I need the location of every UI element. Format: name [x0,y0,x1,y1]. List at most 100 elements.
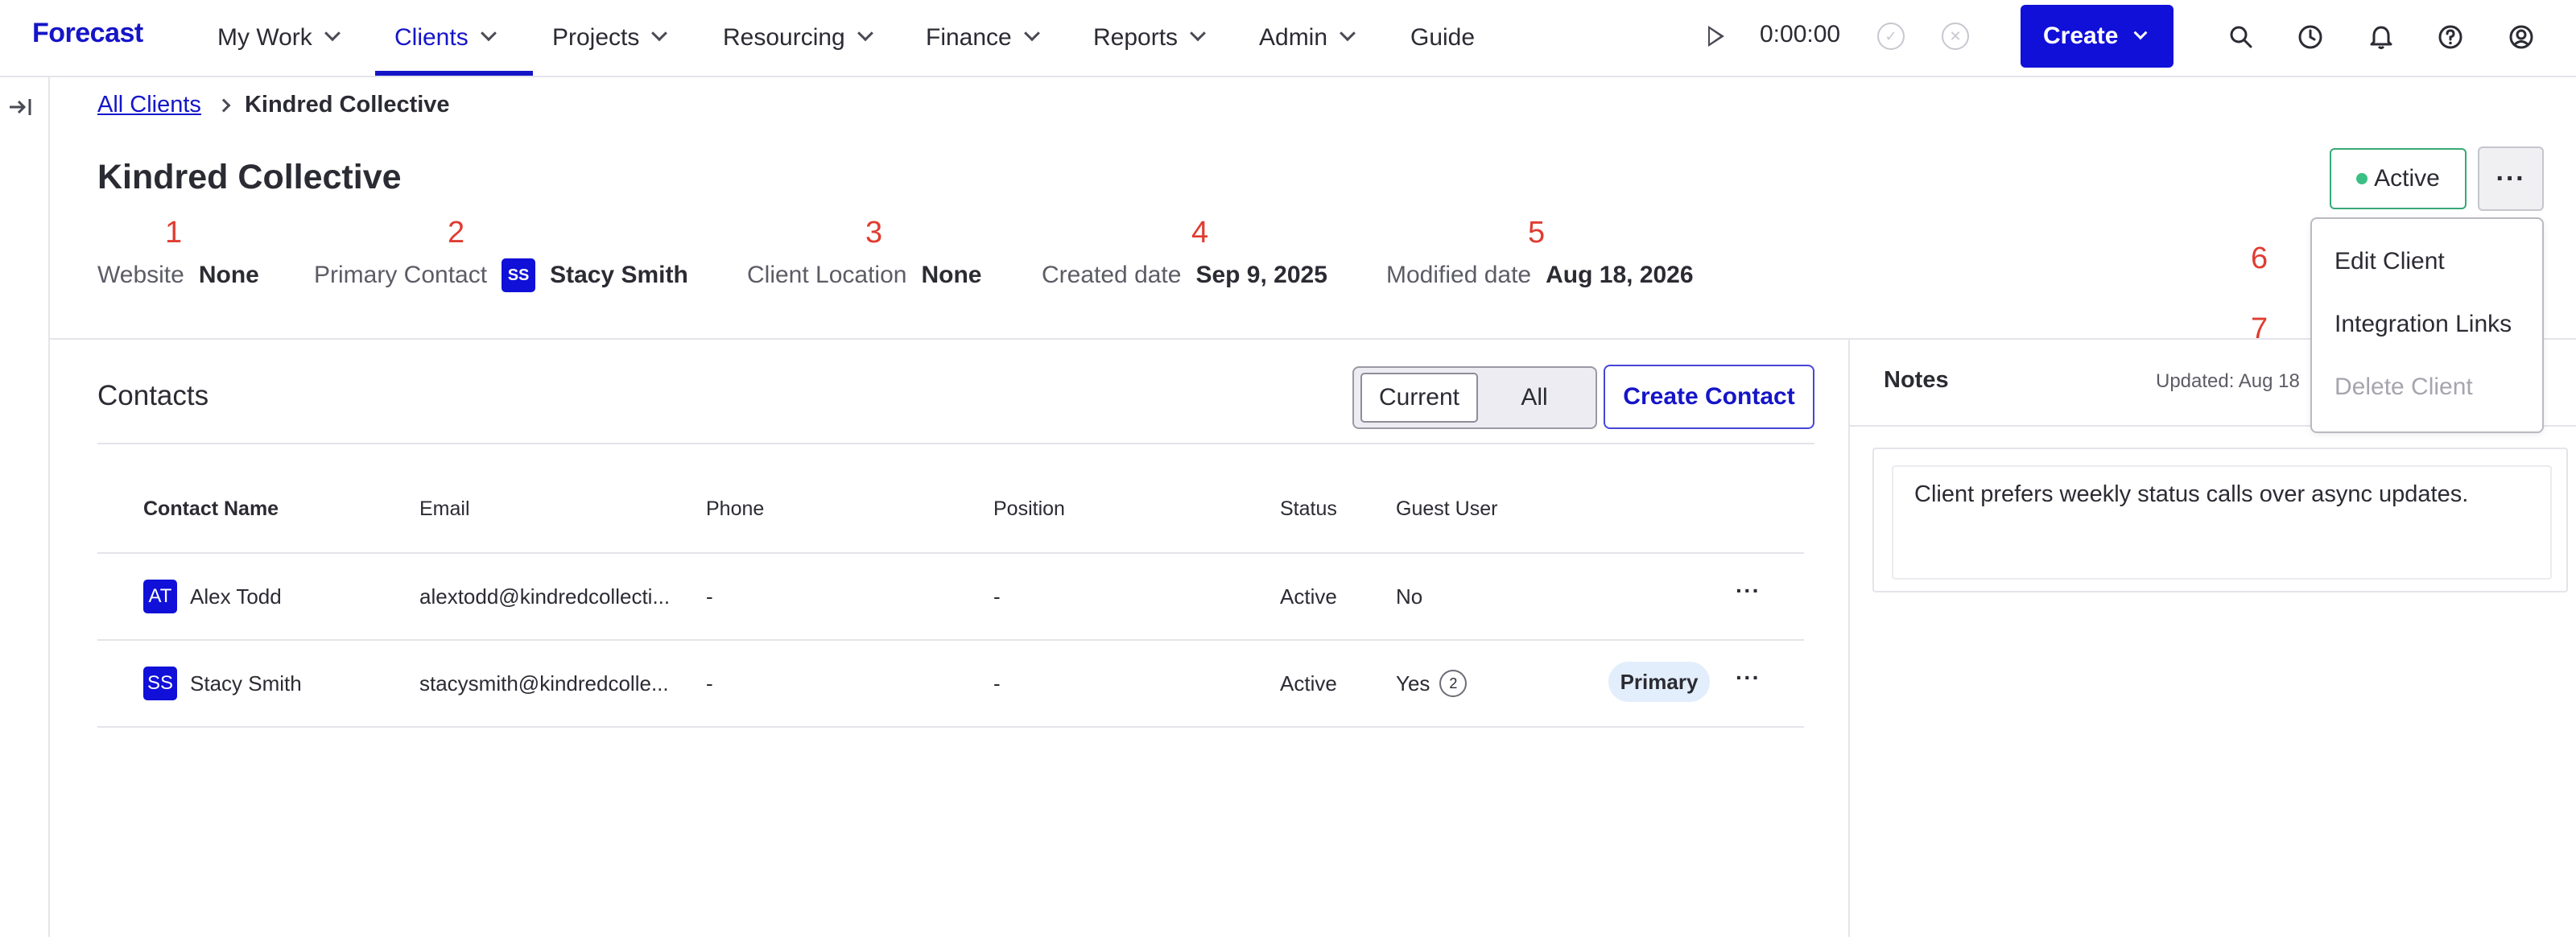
nav-label: Resourcing [723,24,845,51]
guest-count-badge[interactable]: 2 [1439,670,1468,697]
contact-phone: - [706,671,713,696]
menu-item-edit-client[interactable]: Edit Client [2334,248,2445,275]
contacts-divider [97,443,1814,444]
nav-label: My Work [217,24,312,51]
notes-text[interactable]: Client prefers weekly status calls over … [1914,481,2468,508]
avatar: SS [143,667,177,700]
status-dot-icon [2356,173,2368,184]
client-location-field: Client Location None [747,258,981,293]
modified-date-value: Aug 18, 2026 [1546,262,1694,288]
timer-display: 0:00:00 [1760,21,1841,47]
notes-updated-timestamp: Updated: Aug 18 [2156,370,2300,392]
nav-label: Guide [1410,24,1476,51]
menu-item-delete-client: Delete Client [2334,374,2473,400]
nav-guide[interactable]: Guide [1410,0,1475,76]
row-more-button[interactable]: ··· [1736,578,1761,604]
field-label: Client Location [747,262,907,288]
check-circle-icon[interactable]: ✓ [1877,23,1905,50]
contact-email: alextodd@kindredcollecti... [419,584,671,609]
contact-status: Active [1280,584,1337,609]
contact-name[interactable]: Stacy Smith [190,671,302,696]
contact-phone: - [706,584,713,609]
close-circle-icon[interactable]: ✕ [1942,23,1969,50]
chevron-down-icon [1023,25,1040,42]
nav-reports[interactable]: Reports [1093,0,1206,76]
bell-icon[interactable] [2367,23,2396,52]
nav-finance[interactable]: Finance [926,0,1040,76]
column-header-status[interactable]: Status [1280,497,1337,521]
column-header-position[interactable]: Position [993,497,1065,521]
more-options-button[interactable]: ··· [2478,147,2544,211]
marker-3: 3 [865,216,883,250]
primary-badge: Primary [1608,662,1710,702]
column-header-email[interactable]: Email [419,497,470,521]
nav-clients[interactable]: Clients [394,0,497,76]
marker-5: 5 [1528,216,1546,250]
help-icon[interactable] [2436,23,2465,52]
field-label: Created date [1042,262,1182,288]
chevron-down-icon [1190,25,1206,42]
nav-my-work[interactable]: My Work [217,0,341,76]
row-more-button[interactable]: ··· [1736,665,1761,691]
chevron-down-icon [2133,26,2148,40]
forecast-logo[interactable]: Forecast [32,18,143,49]
page-title: Kindred Collective [97,158,402,196]
nav-resourcing[interactable]: Resourcing [723,0,873,76]
created-date-field: Created date Sep 9, 2025 [1042,258,1327,293]
contact-name[interactable]: Alex Todd [190,584,282,609]
created-date-value: Sep 9, 2025 [1195,262,1327,288]
client-options-menu: Edit Client Integration Links Delete Cli… [2310,217,2544,433]
marker-4: 4 [1191,216,1209,250]
status-button[interactable]: Active [2330,148,2467,209]
nav-projects[interactable]: Projects [552,0,668,76]
user-profile-icon[interactable] [2507,23,2536,52]
website-value: None [198,262,259,288]
header-divider [50,338,2576,340]
search-icon[interactable] [2227,23,2256,52]
nav-label: Finance [926,24,1012,51]
contact-guest-user: No [1396,584,1423,609]
field-label: Primary Contact [314,262,488,288]
breadcrumb: All Clients Kindred Collective [97,92,450,118]
contact-status: Active [1280,671,1337,696]
menu-item-integration-links[interactable]: Integration Links [2334,311,2512,338]
contacts-title: Contacts [97,380,209,411]
play-icon[interactable] [1708,26,1724,47]
status-label: Active [2374,165,2440,192]
marker-7: 7 [2251,312,2268,346]
chevron-down-icon [480,25,497,42]
row-divider [97,552,1804,554]
avatar: AT [143,580,177,613]
toggle-current[interactable]: Current [1360,373,1478,423]
column-header-phone[interactable]: Phone [706,497,764,521]
breadcrumb-all-clients-link[interactable]: All Clients [97,92,201,118]
primary-contact-value[interactable]: Stacy Smith [550,262,688,289]
notes-panel-divider [1848,340,1850,937]
clock-icon[interactable] [2296,23,2325,52]
primary-contact-field: Primary Contact SS Stacy Smith [314,258,688,293]
field-label: Modified date [1386,262,1532,288]
contacts-filter-toggle: Current All [1352,366,1597,429]
column-header-guest-user[interactable]: Guest User [1396,497,1497,521]
chevron-right-icon [217,98,231,112]
row-divider [97,639,1804,641]
create-button[interactable]: Create [2021,5,2174,68]
top-navigation: Forecast My Work Clients Projects Resour… [0,0,2576,77]
notes-title: Notes [1884,367,1949,393]
modified-date-field: Modified date Aug 18, 2026 [1386,258,1694,293]
client-location-value: None [921,262,982,288]
website-field: Website None [97,258,259,293]
chevron-down-icon [324,25,341,42]
nav-label: Clients [394,24,469,51]
create-contact-button[interactable]: Create Contact [1604,365,1814,429]
expand-sidebar-icon[interactable] [8,97,32,123]
nav-admin[interactable]: Admin [1259,0,1356,76]
contact-guest-user: Yes [1396,671,1430,696]
chevron-down-icon [857,25,873,42]
column-header-contact-name[interactable]: Contact Name [143,497,279,521]
marker-6: 6 [2251,241,2268,275]
left-sidebar-collapsed [0,77,50,937]
chevron-down-icon [1340,25,1356,42]
toggle-all[interactable]: All [1483,373,1586,423]
row-divider [97,726,1804,728]
